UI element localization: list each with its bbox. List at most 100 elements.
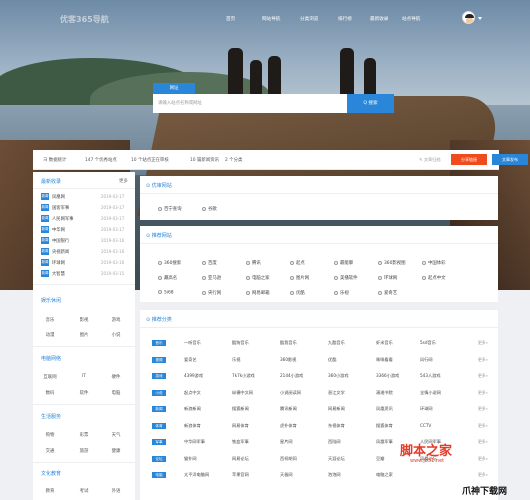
category-site-link[interactable]: 优酷: [328, 357, 336, 363]
category-link[interactable]: 软件: [69, 390, 99, 396]
site-link[interactable]: 最能聊: [334, 260, 353, 266]
site-link[interactable]: 中国体彩: [422, 260, 446, 266]
category-link[interactable]: 交通: [35, 448, 65, 454]
category-link[interactable]: 动漫: [35, 332, 65, 338]
news-item[interactable]: 新闻 凤凰网 2019-03-17: [41, 193, 131, 202]
site-link[interactable]: 优酷: [290, 290, 305, 296]
category-site-link[interactable]: 虾米音乐: [376, 340, 393, 346]
category-tag[interactable]: 体育: [152, 422, 166, 429]
category-link[interactable]: 教育: [35, 488, 65, 494]
category-site-link[interactable]: 中华网军事: [184, 439, 205, 445]
site-link[interactable]: 图片网: [290, 275, 309, 281]
news-item[interactable]: 新闻 央视新闻 2019-03-16: [41, 248, 131, 257]
category-site-link[interactable]: 小说阅读网: [280, 390, 301, 396]
news-item[interactable]: 新闻 环球网 2019-03-16: [41, 259, 131, 268]
category-tag[interactable]: 视频: [152, 356, 166, 363]
category-link[interactable]: 图片: [69, 332, 99, 338]
category-link[interactable]: 电脑: [101, 390, 131, 396]
category-link[interactable]: 数码: [35, 390, 65, 396]
nav-link[interactable]: 最新收录: [370, 16, 388, 22]
category-tag[interactable]: 小说: [152, 389, 166, 396]
category-link[interactable]: 硬件: [101, 374, 131, 380]
category-site-link[interactable]: 360小游戏: [328, 373, 349, 379]
site-link[interactable]: 藏高名: [158, 275, 177, 281]
category-site-link[interactable]: 九酷音乐: [328, 340, 345, 346]
category-tag[interactable]: 电脑: [152, 472, 166, 478]
category-site-link[interactable]: 天涯论坛: [328, 456, 345, 462]
category-site-link[interactable]: 新浪体育: [184, 423, 201, 429]
chevron-down-icon[interactable]: [478, 17, 482, 20]
category-site-link[interactable]: 苹果官网: [232, 472, 249, 478]
news-item[interactable]: 新闻 中华网 2019-03-17: [41, 226, 131, 235]
site-link[interactable]: 谷歌: [202, 206, 217, 212]
news-title[interactable]: 凤凰网: [52, 194, 65, 200]
category-site-link[interactable]: 7k7k小游戏: [232, 373, 255, 379]
site-logo[interactable]: 优客365导航: [60, 14, 109, 25]
category-site-link[interactable]: 风行网: [420, 357, 433, 363]
category-site-link[interactable]: 5sd音乐: [420, 340, 436, 346]
category-site-link[interactable]: 晋江文学: [328, 390, 345, 396]
category-link[interactable]: 影视: [69, 317, 99, 323]
nav-link[interactable]: 排行榜: [338, 16, 352, 22]
site-link[interactable]: 网易邮箱: [246, 290, 270, 296]
category-link[interactable]: 考试: [69, 488, 99, 494]
category-more-link[interactable]: 更多»: [478, 357, 488, 363]
category-site-link[interactable]: 凤凰军事: [376, 439, 393, 445]
category-more-link[interactable]: 更多»: [478, 373, 488, 379]
share-link-button[interactable]: 分享链接: [451, 154, 487, 165]
category-link[interactable]: 小说: [101, 332, 131, 338]
site-link[interactable]: 乐视: [334, 290, 349, 296]
archive-link[interactable]: ✎ 文章归档: [419, 157, 441, 163]
site-link[interactable]: 电脑之家: [246, 275, 270, 281]
category-site-link[interactable]: 星片网: [280, 439, 293, 445]
site-link[interactable]: 360影视图: [378, 260, 406, 266]
category-site-link[interactable]: 西陆网: [328, 439, 341, 445]
category-site-link[interactable]: 起点中文: [184, 390, 201, 396]
category-more-link[interactable]: 更多»: [478, 390, 488, 396]
category-site-link[interactable]: 天极网: [280, 472, 293, 478]
article-publish-button[interactable]: 文章发布: [492, 154, 528, 165]
nav-link[interactable]: 首页: [226, 16, 235, 22]
news-title[interactable]: 环球网: [52, 260, 65, 266]
category-tag[interactable]: 新闻: [152, 406, 166, 412]
category-more-link[interactable]: 更多»: [478, 406, 488, 412]
nav-link[interactable]: 网站导航: [262, 16, 280, 22]
site-link[interactable]: 腾讯: [246, 260, 261, 266]
site-link[interactable]: 央行网: [202, 290, 221, 296]
category-site-link[interactable]: 搜狐新闻: [232, 406, 249, 412]
news-item[interactable]: 新闻 中国银行 2019-03-16: [41, 237, 131, 246]
category-site-link[interactable]: 网易体育: [232, 423, 249, 429]
category-link[interactable]: 健康: [101, 448, 131, 454]
category-site-link[interactable]: 搜狐体育: [376, 423, 393, 429]
site-link[interactable]: 百宁查询: [158, 206, 182, 212]
category-site-link[interactable]: 4399游戏: [184, 373, 203, 379]
category-more-link[interactable]: 更多»: [478, 340, 488, 346]
user-avatar[interactable]: [462, 11, 475, 24]
more-link[interactable]: 更多: [119, 178, 128, 184]
category-more-link[interactable]: 更多»: [478, 423, 488, 429]
category-site-link[interactable]: 潇湘书院: [376, 390, 393, 396]
site-link[interactable]: 环球网: [378, 275, 397, 281]
search-button[interactable]: Q 搜索: [347, 94, 394, 113]
category-site-link[interactable]: 全情小说网: [420, 390, 441, 396]
category-site-link[interactable]: CCTV: [420, 423, 431, 428]
nav-link[interactable]: 站点导航: [402, 16, 420, 22]
news-title[interactable]: 央视新闻: [52, 249, 69, 255]
site-link[interactable]: 爱奇艺: [378, 290, 397, 296]
site-link[interactable]: 5i68: [158, 290, 174, 296]
category-site-link[interactable]: 2144小游戏: [280, 373, 303, 379]
site-link[interactable]: 百度: [202, 260, 217, 266]
category-site-link[interactable]: 咪咪看看: [376, 357, 393, 363]
news-title[interactable]: 中华网: [52, 227, 65, 233]
category-site-link[interactable]: 一听音乐: [184, 340, 201, 346]
site-link[interactable]: 起点中文: [422, 275, 446, 281]
category-site-link[interactable]: 爱奇艺: [184, 357, 197, 363]
search-tab[interactable]: 网址: [153, 83, 195, 94]
category-site-link[interactable]: 腾讯新闻: [280, 406, 297, 412]
category-tag[interactable]: 游戏: [152, 373, 166, 379]
category-link[interactable]: 音乐: [35, 317, 65, 323]
news-title[interactable]: 大智慧: [52, 271, 65, 277]
category-site-link[interactable]: 环球网: [420, 406, 433, 412]
category-site-link[interactable]: 酷狗音乐: [232, 340, 249, 346]
category-link[interactable]: 天气: [101, 432, 131, 438]
